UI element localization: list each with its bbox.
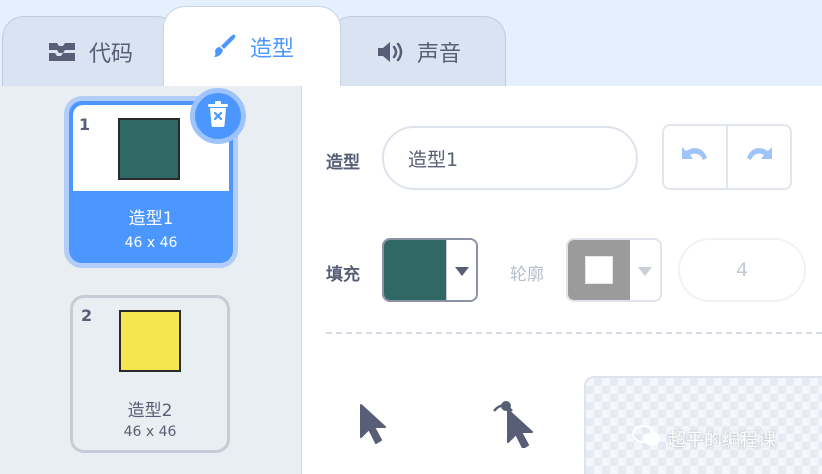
undo-icon [680, 144, 710, 170]
costume-thumbnail [119, 310, 181, 372]
outline-color-swatch [568, 240, 630, 300]
paintbrush-icon [210, 33, 238, 61]
tab-costumes-label: 造型 [249, 36, 294, 62]
tab-sounds-label: 声音 [416, 41, 461, 67]
select-tool[interactable] [358, 402, 390, 450]
costume-size: 46 x 46 [124, 235, 178, 251]
caret-down-icon [454, 261, 469, 280]
redo-icon [744, 144, 774, 170]
reshape-tool[interactable] [492, 396, 536, 452]
costume-name: 造型1 [128, 209, 174, 229]
costume-size: 46 x 46 [123, 424, 177, 440]
paint-editor: 造型 填充 轮廓 [302, 86, 822, 474]
wechat-icon [632, 424, 662, 453]
tab-bar: 代码 声音 造型 [0, 0, 822, 86]
undo-button[interactable] [664, 126, 726, 188]
outline-color-picker[interactable] [566, 238, 662, 302]
toolbar-divider [326, 332, 822, 334]
code-blocks-icon [47, 41, 77, 63]
costume-item-2[interactable]: 2 造型2 46 x 46 [70, 295, 230, 453]
speaker-icon [375, 40, 405, 64]
outline-dropdown-arrow [630, 240, 660, 300]
outline-label: 轮廓 [510, 265, 544, 285]
fill-color-swatch [384, 240, 446, 300]
costume-name: 造型2 [127, 401, 173, 421]
tab-sounds[interactable]: 声音 [330, 16, 506, 86]
costume-number: 2 [81, 306, 93, 325]
fill-dropdown-arrow [446, 240, 476, 300]
undo-redo-group [662, 124, 792, 190]
reshape-cursor-icon [492, 401, 536, 452]
outline-width-input[interactable] [678, 238, 806, 302]
arrow-cursor-icon [358, 404, 390, 450]
trash-icon [206, 101, 230, 131]
redo-button[interactable] [726, 126, 790, 188]
costume-name-label: 造型 [326, 153, 360, 173]
fill-label: 填充 [326, 265, 360, 285]
tab-costumes[interactable]: 造型 [163, 6, 341, 86]
delete-costume-button[interactable] [190, 88, 246, 144]
watermark-text: 超平的编程课 [668, 429, 776, 451]
watermark: 超平的编程课 [632, 424, 776, 453]
tab-code-label: 代码 [88, 41, 133, 67]
tab-code[interactable]: 代码 [2, 16, 178, 86]
costume-thumbnail [118, 118, 180, 180]
costume-number: 1 [79, 115, 91, 134]
fill-color-picker[interactable] [382, 238, 478, 302]
costume-name-input[interactable] [382, 126, 638, 190]
caret-down-icon [638, 261, 652, 280]
